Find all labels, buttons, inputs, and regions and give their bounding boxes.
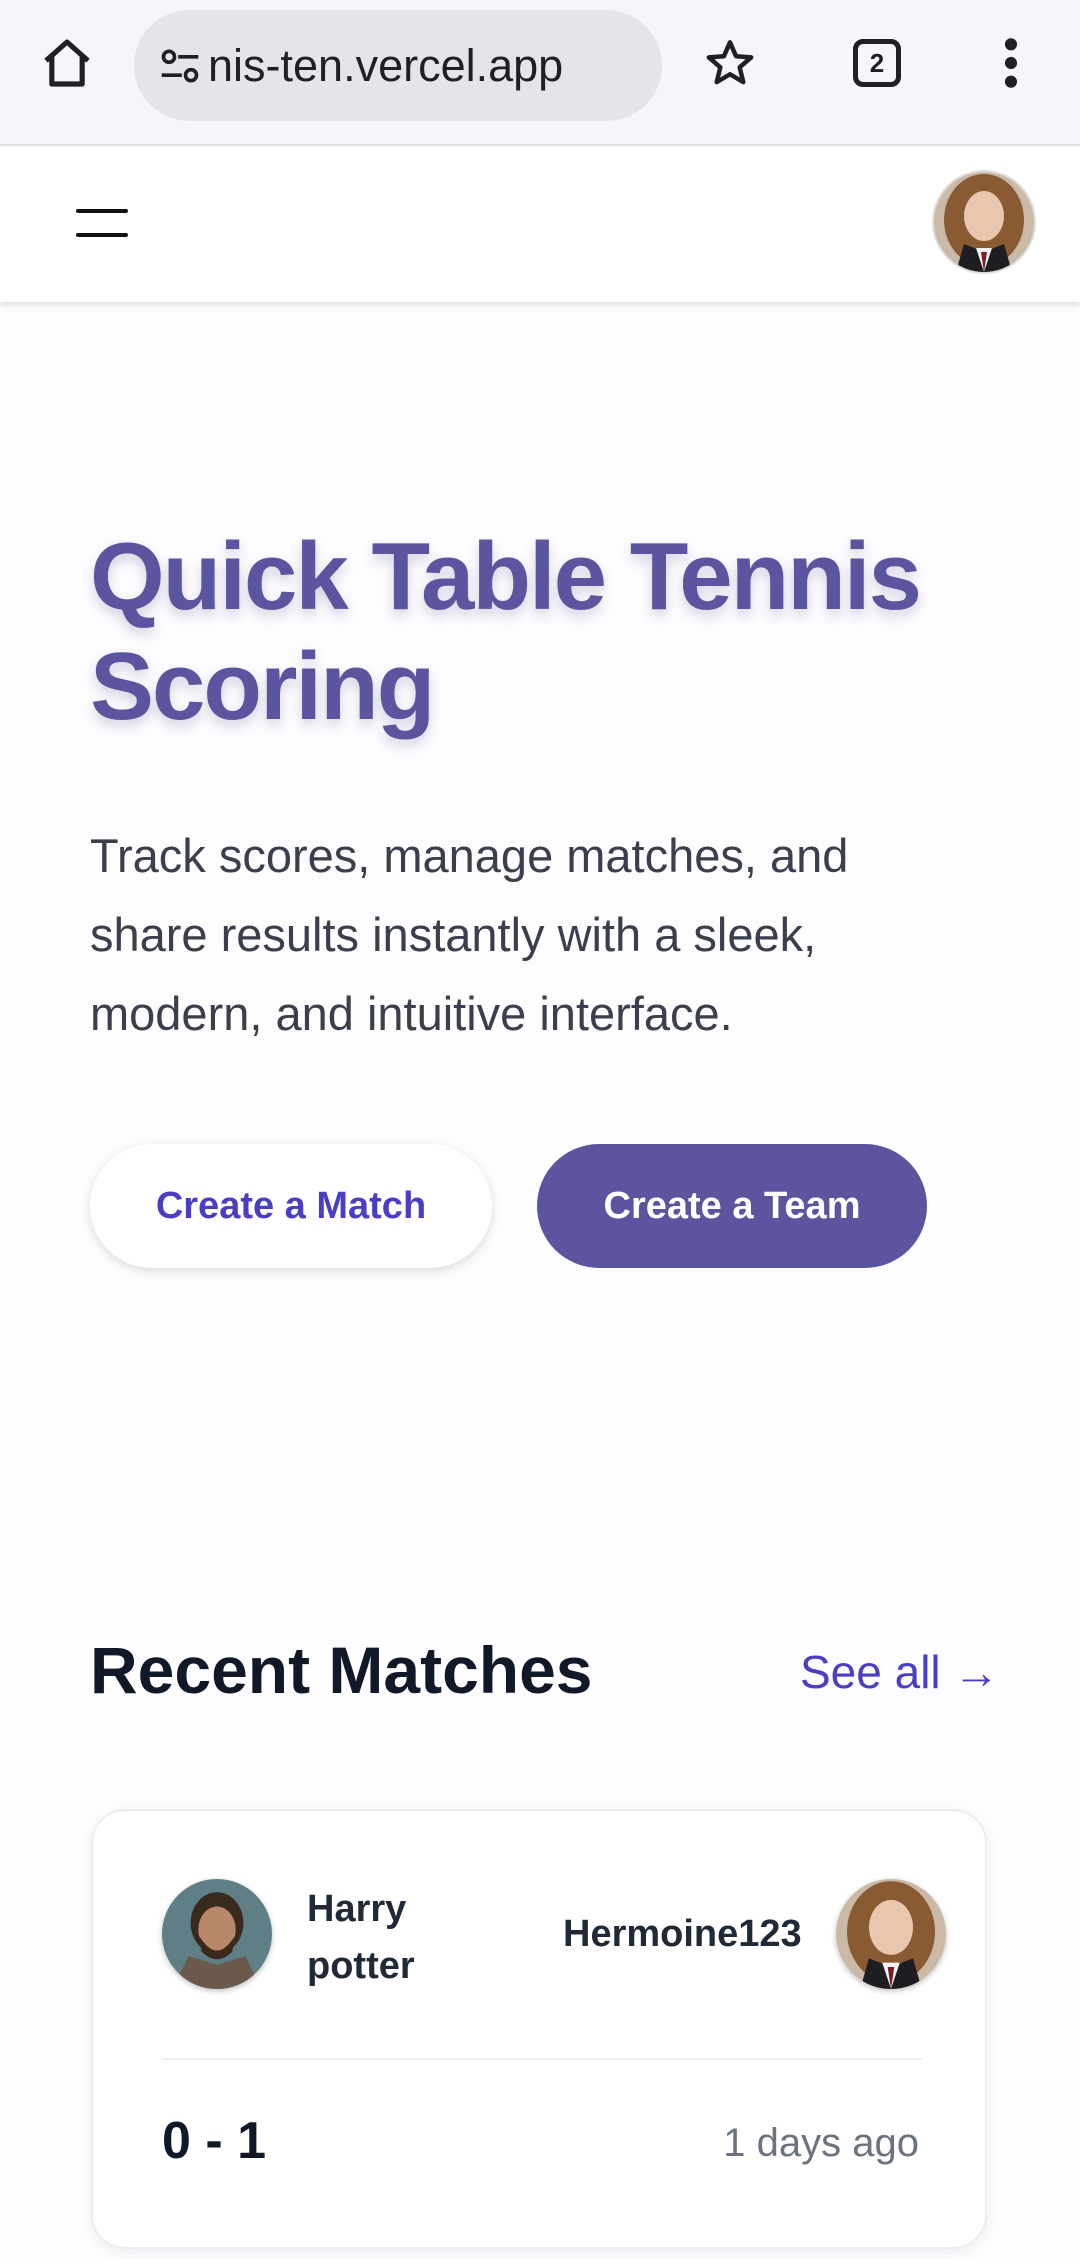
hero-description: Track scores, manage matches, and share … <box>90 829 849 1040</box>
recent-matches-title: Recent Matches <box>90 1633 593 1707</box>
tab-count: 2 <box>853 39 901 87</box>
site-settings-icon[interactable] <box>158 44 202 88</box>
bookmark-button[interactable] <box>697 30 763 96</box>
match-score: 0 - 1 <box>162 2112 267 2170</box>
player2-avatar <box>836 1879 946 1989</box>
harry-avatar-image <box>162 1879 272 1989</box>
address-bar[interactable]: nis-ten.vercel.app <box>134 10 662 121</box>
browser-toolbar: nis-ten.vercel.app 2 <box>0 0 1080 146</box>
player2-name: Hermoine123 <box>563 1913 802 1955</box>
hamburger-line <box>76 209 128 213</box>
browser-menu-button[interactable] <box>978 30 1044 96</box>
player1-name: Harry potter <box>307 1888 415 1987</box>
user-avatar[interactable] <box>932 170 1036 274</box>
home-icon <box>44 39 90 87</box>
player1-avatar <box>162 1879 272 1989</box>
star-icon <box>706 40 754 85</box>
see-all-link[interactable]: See all → <box>800 1645 999 1699</box>
match-time: 1 days ago <box>723 2121 919 2165</box>
create-match-button[interactable]: Create a Match <box>90 1144 492 1268</box>
url-text[interactable]: nis-ten.vercel.app <box>208 40 563 92</box>
more-vertical-icon <box>1004 38 1018 88</box>
home-button[interactable] <box>34 30 100 96</box>
hermione-avatar-image <box>934 172 1034 272</box>
hermione-avatar-image <box>836 1879 946 1989</box>
create-team-button[interactable]: Create a Team <box>537 1144 927 1268</box>
app-header <box>0 148 1080 302</box>
match-card[interactable]: Harry potter Hermoine123 0 - 1 1 days ag… <box>91 1809 987 2249</box>
hamburger-menu-button[interactable] <box>66 188 142 258</box>
card-divider <box>162 2058 922 2060</box>
hero-title: Quick Table Tennis Scoring <box>90 523 922 740</box>
hamburger-line <box>76 233 128 237</box>
tabs-button[interactable]: 2 <box>844 30 910 96</box>
